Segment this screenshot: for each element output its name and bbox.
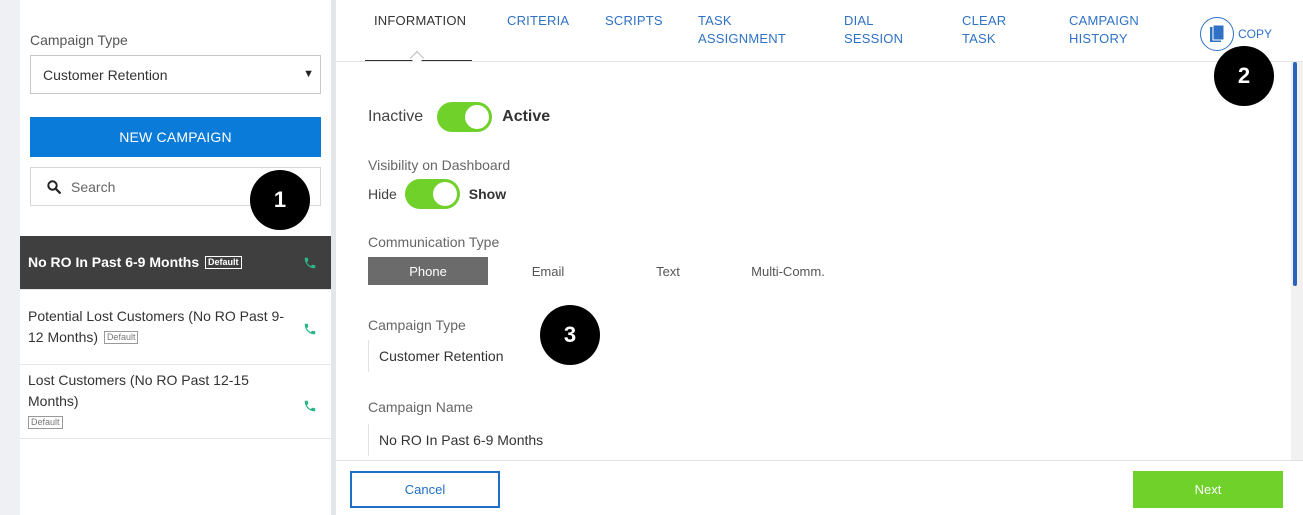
campaign-item-name: Lost Customers (No RO Past 12-15 Months) [28, 372, 249, 409]
left-gutter [0, 0, 20, 515]
tab-dial-session[interactable]: DIAL SESSION [844, 12, 903, 48]
campaign-item-text: Potential Lost Customers (No RO Past 9-1… [28, 306, 291, 348]
tab-label: CRITERIA [507, 13, 570, 28]
copy-icon [1210, 24, 1225, 42]
tab-label: SCRIPTS [605, 13, 663, 28]
scrollbar-thumb[interactable] [1293, 62, 1297, 286]
search-input[interactable] [71, 178, 271, 195]
tab-label-line2: TASK [962, 31, 996, 46]
toggle-knob [432, 182, 457, 206]
campaign-sidebar: Campaign Type Customer Retention ▼ NEW C… [20, 0, 331, 515]
visibility-toggle-row: Hide Show [368, 179, 506, 209]
phone-icon[interactable] [303, 399, 317, 413]
comm-option-multi-comm[interactable]: Multi-Comm. [728, 257, 848, 285]
campaign-tabs: INFORMATION CRITERIA SCRIPTS TASK ASSIGN… [336, 0, 1303, 66]
campaign-list-item[interactable]: Potential Lost Customers (No RO Past 9-1… [20, 290, 331, 365]
active-toggle[interactable] [437, 102, 493, 132]
tab-task-assignment[interactable]: TASK ASSIGNMENT [698, 12, 786, 48]
inactive-label: Inactive [368, 108, 424, 125]
comm-option-phone[interactable]: Phone [368, 257, 488, 285]
campaign-type-select[interactable]: Customer Retention ▼ [30, 55, 321, 94]
copy-icon-circle [1200, 17, 1234, 51]
toggle-knob [465, 105, 490, 129]
tab-information[interactable]: INFORMATION [374, 12, 466, 30]
tab-label-line1: TASK [698, 13, 732, 28]
hide-label: Hide [368, 186, 397, 202]
copy-label: COPY [1238, 27, 1273, 41]
comm-option-text[interactable]: Text [608, 257, 728, 285]
default-badge: Default [205, 255, 242, 269]
campaign-type-label: Campaign Type [30, 32, 128, 48]
campaign-type-selected-value: Customer Retention [43, 66, 168, 83]
default-badge: Default [103, 330, 139, 344]
visibility-toggle[interactable] [404, 179, 460, 209]
campaign-list-item-active[interactable]: No RO In Past 6-9 Months Default [20, 236, 331, 290]
app-root: Campaign Type Customer Retention ▼ NEW C… [0, 0, 1303, 515]
form-footer: Cancel Next [336, 460, 1303, 515]
active-label: Active [502, 108, 551, 125]
tab-campaign-history[interactable]: CAMPAIGN HISTORY [1069, 12, 1139, 48]
tab-label-line1: DIAL [844, 13, 874, 28]
tab-clear-task[interactable]: CLEAR TASK [962, 12, 1006, 48]
comm-option-email[interactable]: Email [488, 257, 608, 285]
caret-down-icon: ▼ [303, 68, 314, 80]
phone-icon[interactable] [303, 322, 317, 336]
campaign-type-field-label: Campaign Type [368, 317, 466, 333]
campaign-name-field-label: Campaign Name [368, 399, 474, 415]
communication-type-selector: Phone Email Text Multi-Comm. [368, 257, 848, 285]
status-toggle-row: Inactive Active [368, 102, 550, 132]
tab-label-line1: CLEAR [962, 13, 1007, 28]
campaign-list-item[interactable]: Lost Customers (No RO Past 12-15 Months)… [20, 365, 331, 439]
new-campaign-button[interactable]: NEW CAMPAIGN [30, 117, 321, 157]
tab-label-line2: SESSION [844, 31, 904, 46]
phone-icon[interactable] [303, 256, 317, 270]
campaign-type-field-value: Customer Retention [368, 340, 668, 372]
tab-label-line1: CAMPAIGN [1069, 13, 1139, 28]
campaign-item-name: No RO In Past 6-9 Months [28, 254, 200, 270]
communication-type-label: Communication Type [368, 234, 500, 250]
tab-label-line2: ASSIGNMENT [698, 31, 786, 46]
search-icon [47, 179, 61, 194]
tab-criteria[interactable]: CRITERIA [507, 12, 569, 30]
cancel-button[interactable]: Cancel [350, 471, 500, 508]
campaign-item-text: Lost Customers (No RO Past 12-15 Months)… [28, 370, 291, 433]
tab-scripts[interactable]: SCRIPTS [605, 12, 663, 30]
information-form: Inactive Active Visibility on Dashboard … [336, 62, 1291, 460]
tab-label-line2: HISTORY [1069, 31, 1128, 46]
visibility-label: Visibility on Dashboard [368, 157, 511, 173]
campaign-item-text: No RO In Past 6-9 Months Default [28, 252, 291, 273]
next-button[interactable]: Next [1133, 471, 1283, 508]
default-badge: Default [28, 415, 63, 429]
show-label: Show [468, 186, 507, 202]
campaign-list: No RO In Past 6-9 Months Default Potenti… [20, 236, 331, 439]
callout-marker-3: 3 [540, 305, 600, 365]
campaign-item-name: Potential Lost Customers (No RO Past 9-1… [28, 308, 284, 345]
tab-label: INFORMATION [374, 13, 467, 28]
callout-marker-1: 1 [250, 170, 310, 230]
callout-marker-2: 2 [1214, 46, 1274, 106]
campaign-name-field[interactable]: No RO In Past 6-9 Months [368, 424, 668, 456]
